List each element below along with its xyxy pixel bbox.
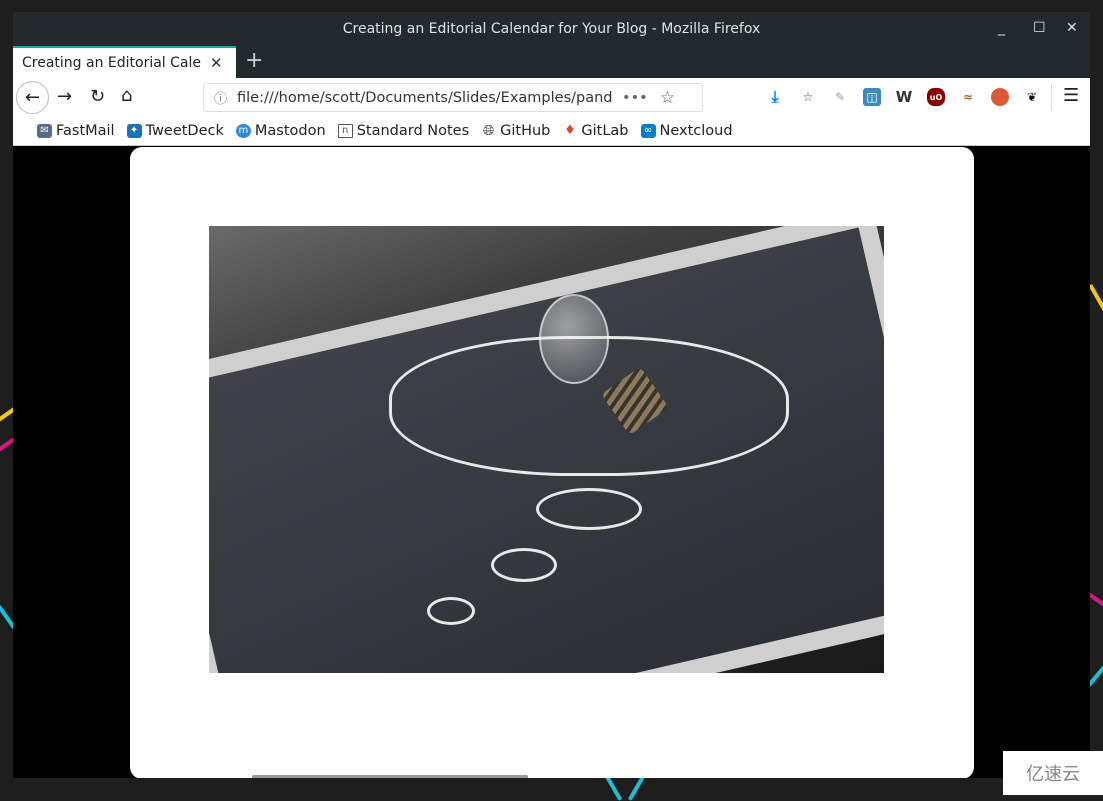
thought-bubble	[491, 548, 557, 582]
lightbulb	[539, 294, 609, 384]
wallpaper-line	[1088, 283, 1103, 321]
privacy-badger-icon[interactable]: ≈	[959, 88, 977, 106]
tab-title: Creating an Editorial Calendar for Your …	[22, 55, 202, 71]
pocket-icon[interactable]: ☆	[799, 88, 817, 106]
bookmarks-bar: ✉ FastMail ✦ TweetDeck m Mastodon n Standard…	[13, 116, 1090, 146]
minimize-button[interactable]: _	[998, 20, 1005, 36]
title-bar: Creating an Editorial Calendar for Your …	[13, 12, 1090, 46]
ublock-icon[interactable]: uO	[927, 88, 945, 106]
firefox-window: Creating an Editorial Calendar for Your …	[13, 12, 1090, 778]
url-text[interactable]: file:///home/scott/Documents/Slides/Exam…	[237, 90, 612, 106]
home-button[interactable]: ⌂	[121, 85, 132, 106]
maximize-button[interactable]: ☐	[1033, 20, 1046, 36]
bookmark-standard-notes[interactable]: n Standard Notes	[337, 123, 469, 139]
tab-close-icon[interactable]: ✕	[210, 54, 223, 72]
info-icon[interactable]: ⓘ	[214, 88, 227, 107]
back-button[interactable]: ←	[16, 81, 49, 114]
wallabag-icon[interactable]: W	[895, 88, 913, 106]
bookmark-star-icon[interactable]: ☆	[660, 88, 675, 108]
gitlab-icon: ♦	[564, 123, 576, 138]
standard-notes-icon: n	[337, 123, 353, 138]
bookmark-tweetdeck[interactable]: ✦ TweetDeck	[126, 123, 224, 139]
globe-icon: 🌐︎	[483, 122, 495, 139]
bookmark-mastodon[interactable]: m Mastodon	[235, 123, 326, 139]
bookmark-github[interactable]: 🌐︎ GitHub	[481, 123, 550, 139]
window-title: Creating an Editorial Calendar for Your …	[342, 21, 761, 37]
page-content	[13, 146, 1090, 778]
download-icon[interactable]: ⤓	[766, 87, 784, 106]
nav-toolbar: ← → ↻ ⌂ ⓘ file:///home/scott/Documents/S…	[13, 78, 1090, 116]
tab-strip: Creating an Editorial Calendar for Your …	[13, 46, 1090, 78]
reload-button[interactable]: ↻	[90, 86, 105, 107]
url-bar[interactable]: ⓘ file:///home/scott/Documents/Slides/Ex…	[203, 83, 703, 112]
bitwarden-icon[interactable]: ◫	[863, 88, 881, 106]
bookmark-gitlab[interactable]: ♦ GitLab	[562, 123, 628, 139]
mail-icon: ✉	[37, 123, 52, 138]
lightbulb-chalkboard-image	[209, 226, 884, 673]
page-actions-button[interactable]: •••	[622, 90, 648, 106]
thought-bubble	[427, 597, 475, 625]
tab-active[interactable]: Creating an Editorial Calendar for Your …	[13, 46, 236, 78]
forward-button[interactable]: →	[57, 86, 72, 107]
bookmark-fastmail[interactable]: ✉ FastMail	[37, 123, 115, 139]
gnome-icon[interactable]: ❦	[1023, 88, 1041, 106]
toolbar-divider	[1051, 84, 1052, 110]
menu-icon[interactable]: ☰	[1063, 85, 1079, 106]
mastodon-icon: m	[235, 123, 251, 138]
nextcloud-icon: ∞	[640, 123, 656, 138]
thought-bubble	[536, 488, 642, 530]
slide	[130, 147, 974, 778]
horizontal-scrollbar[interactable]	[252, 775, 528, 778]
close-window-button[interactable]: ✕	[1066, 20, 1078, 36]
new-tab-button[interactable]: +	[245, 48, 263, 73]
duckduckgo-icon[interactable]	[991, 88, 1009, 106]
watermark-logo: 亿速云	[1003, 751, 1103, 795]
pin-icon[interactable]: ✎	[831, 88, 849, 106]
bookmark-nextcloud[interactable]: ∞ Nextcloud	[640, 123, 733, 139]
tweetdeck-icon: ✦	[126, 123, 142, 138]
